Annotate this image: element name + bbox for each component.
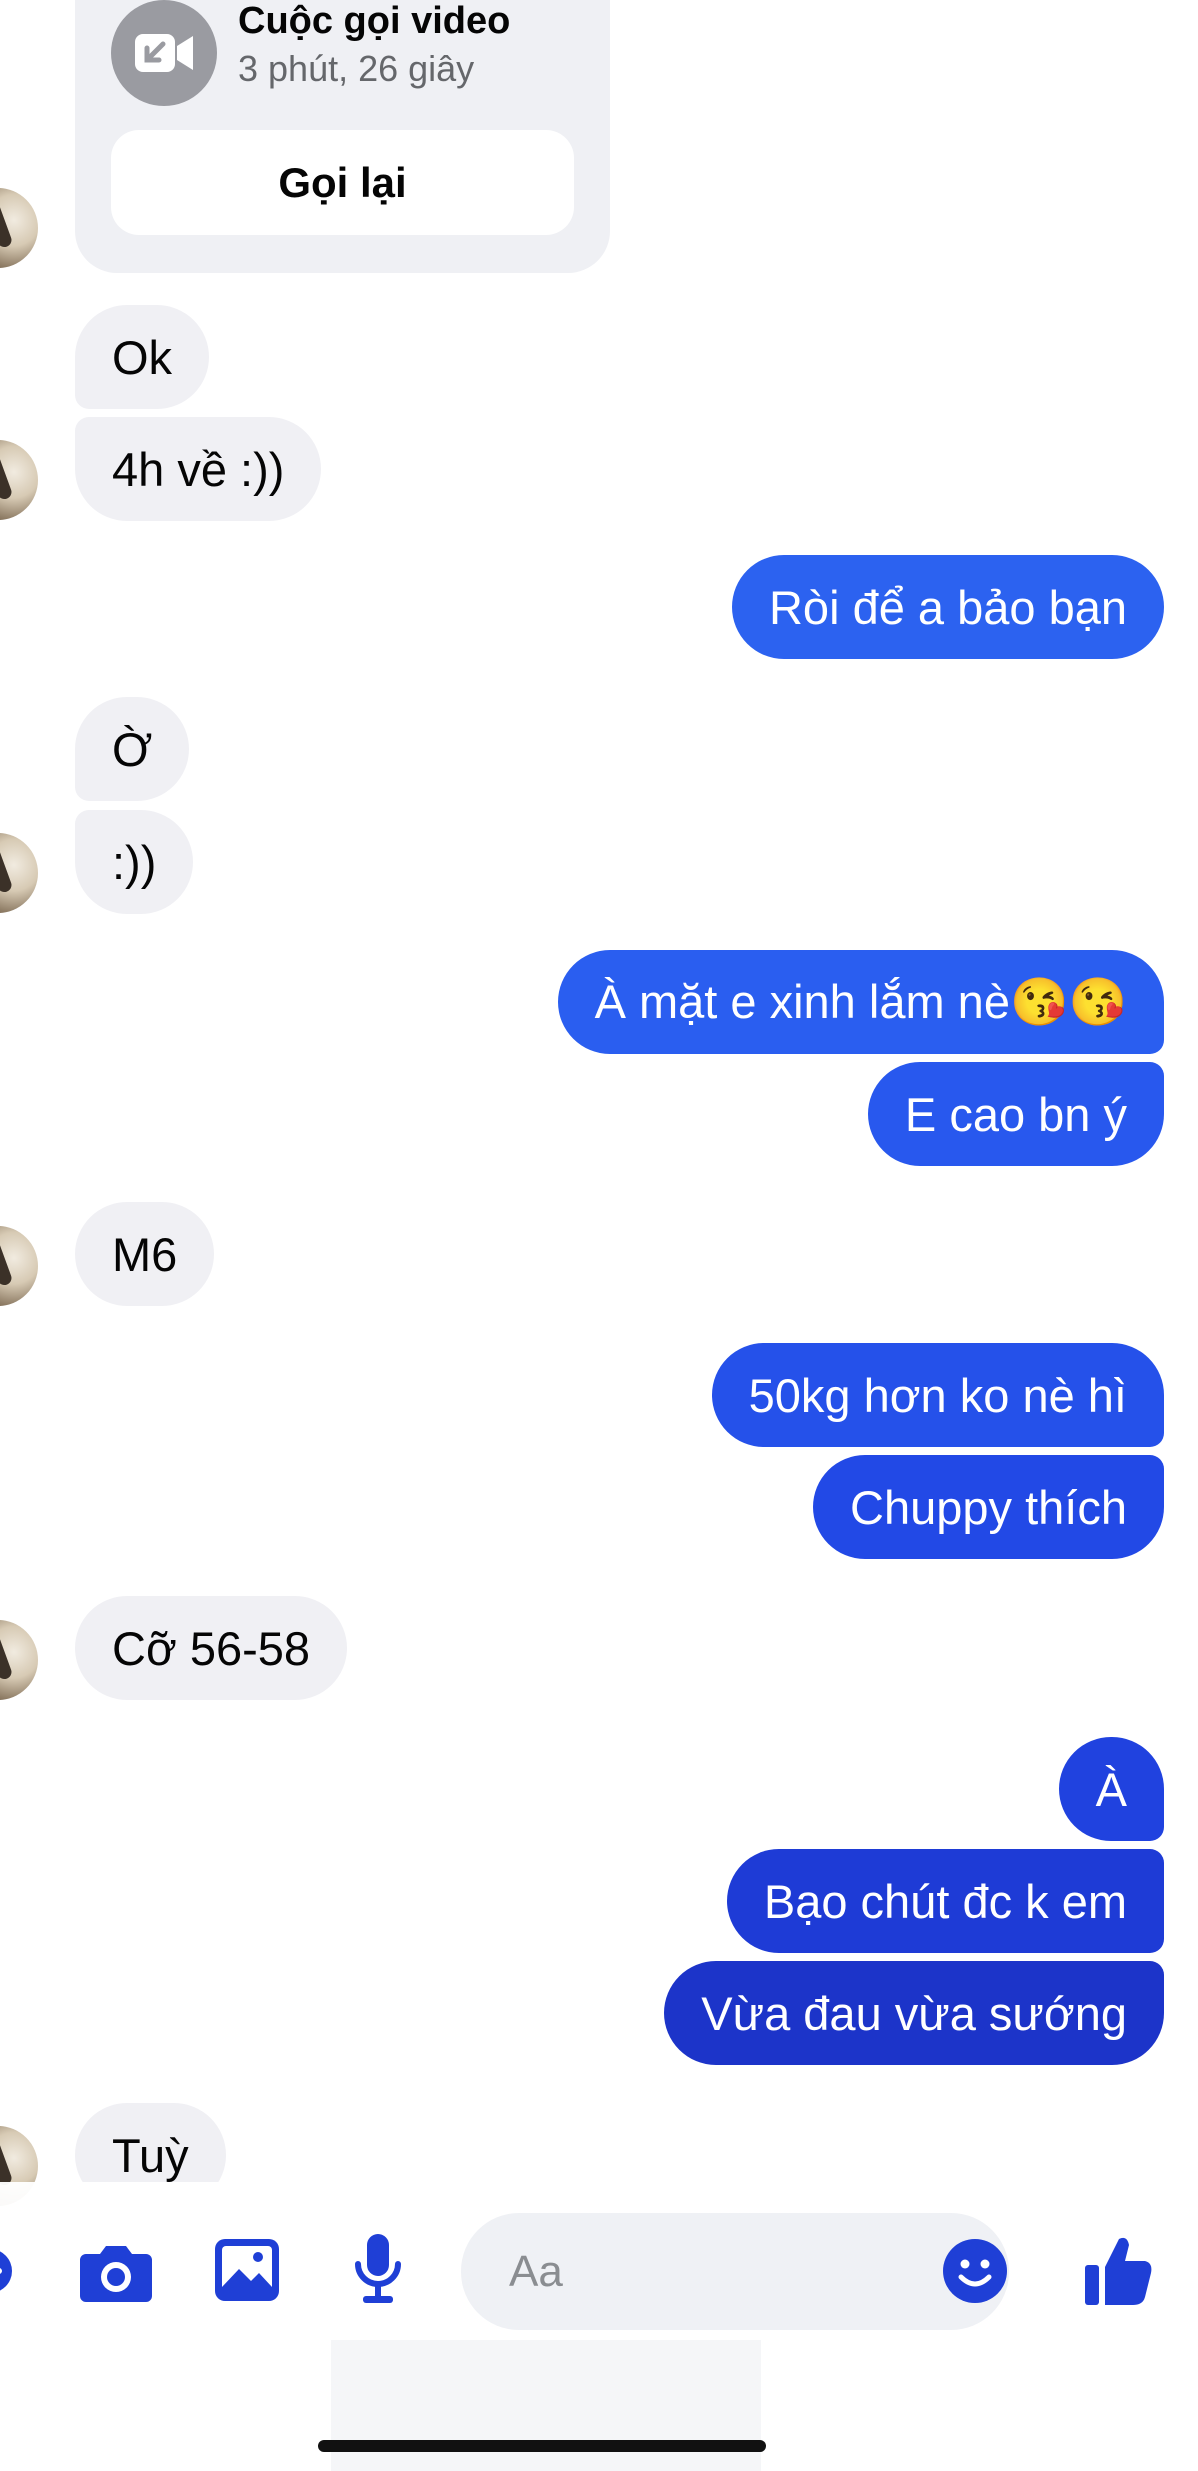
contact-avatar[interactable]	[0, 1620, 38, 1700]
message-bubble-outgoing[interactable]: Ròi để a bảo bạn	[731, 555, 1164, 659]
message-input-container[interactable]	[461, 2213, 1009, 2330]
call-title: Cuộc gọi video	[238, 0, 511, 42]
message-bubble-outgoing[interactable]: Bạo chút đc k em	[726, 1849, 1164, 1953]
message-input[interactable]	[507, 2245, 891, 2298]
camera-icon[interactable]	[78, 2240, 154, 2304]
message-bubble-incoming[interactable]: Ờ	[75, 697, 190, 801]
contact-avatar[interactable]	[0, 188, 38, 268]
more-actions-icon[interactable]	[0, 2243, 24, 2299]
message-bubble-incoming[interactable]: Cỡ 56-58	[75, 1596, 348, 1700]
thumbs-up-icon[interactable]	[1083, 2233, 1155, 2307]
message-bubble-outgoing[interactable]: Vừa đau vừa sướng	[664, 1961, 1164, 2065]
message-bubble-incoming[interactable]: M6	[75, 1202, 215, 1306]
contact-avatar[interactable]	[0, 1226, 38, 1306]
video-call-icon	[111, 0, 217, 106]
message-bubble-incoming[interactable]: :))	[75, 810, 194, 914]
contact-avatar[interactable]	[0, 440, 38, 520]
emoji-icon[interactable]	[941, 2237, 1009, 2305]
message-bubble-incoming[interactable]: Ok	[75, 305, 210, 409]
contact-avatar[interactable]	[0, 833, 38, 913]
message-bubble-outgoing[interactable]: 50kg hơn ko nè hì	[711, 1343, 1164, 1447]
microphone-icon[interactable]	[353, 2232, 403, 2308]
image-icon[interactable]	[213, 2237, 281, 2303]
message-bubble-incoming[interactable]: 4h về :))	[75, 417, 322, 521]
message-bubble-outgoing[interactable]: Chuppy thích	[813, 1455, 1164, 1559]
message-bubble-outgoing[interactable]: E cao bn ý	[867, 1062, 1164, 1166]
callback-button[interactable]: Gọi lại	[111, 130, 574, 235]
message-bubble-outgoing[interactable]: À	[1058, 1737, 1164, 1841]
home-indicator	[318, 2440, 766, 2452]
call-duration: 3 phút, 26 giây	[238, 48, 475, 89]
video-call-card: Cuộc gọi video 3 phút, 26 giây Gọi lại	[75, 0, 610, 273]
message-bubble-outgoing[interactable]: À mặt e xinh lắm nè😘😘	[557, 950, 1164, 1054]
message-list: Cuộc gọi video 3 phút, 26 giây Gọi lại O…	[0, 0, 1198, 2235]
